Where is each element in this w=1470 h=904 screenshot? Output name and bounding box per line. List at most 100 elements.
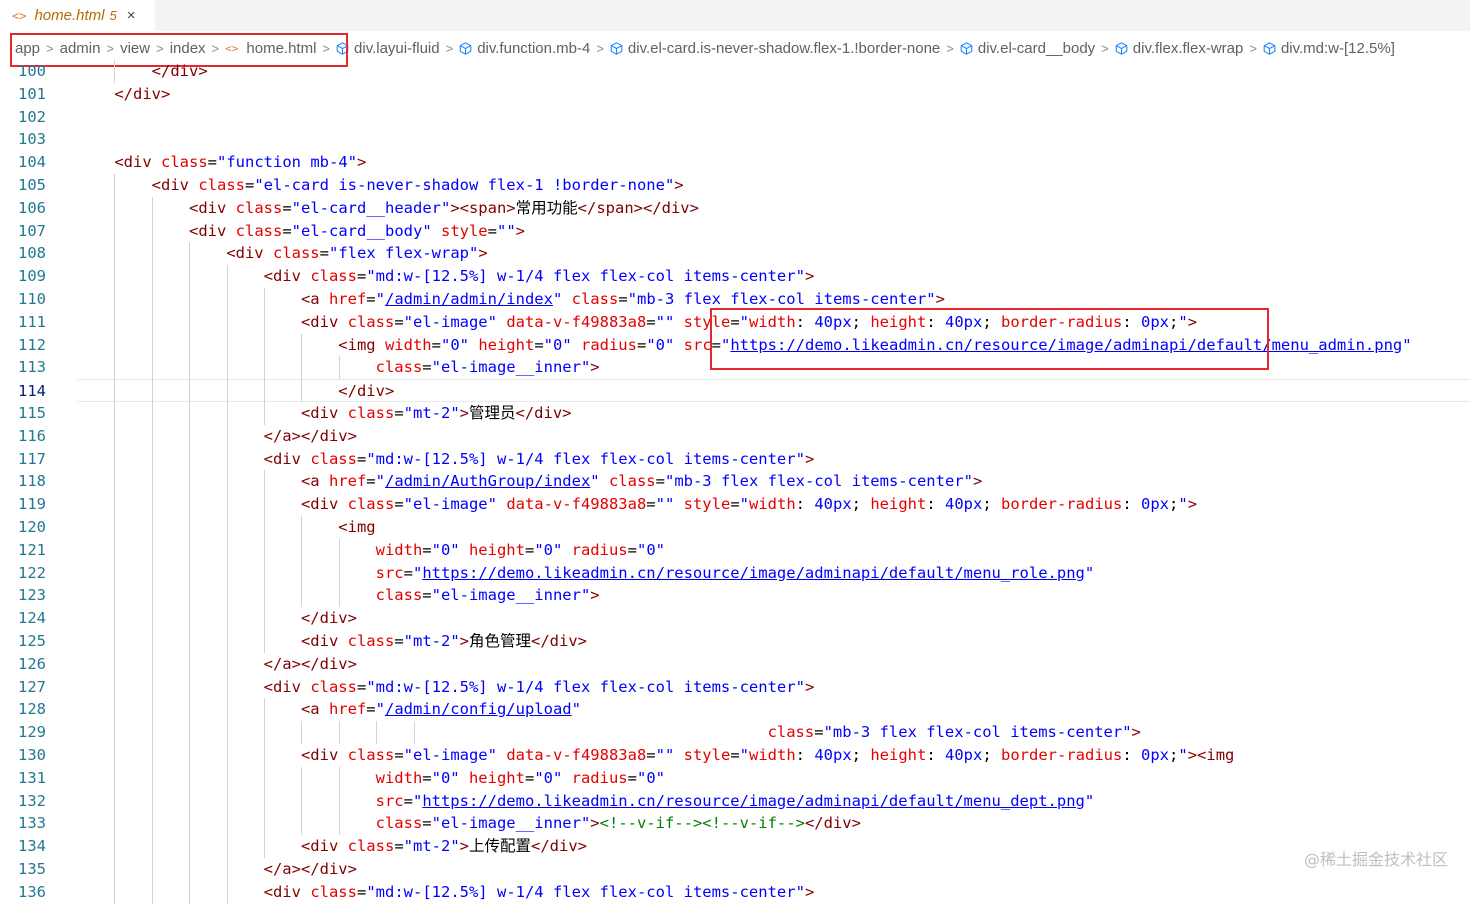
code-token: 管理员 [469, 404, 516, 422]
indent-guide [226, 356, 228, 380]
indent-guide [189, 310, 191, 334]
breadcrumb-item[interactable]: div.md:w-[12.5%] [1263, 40, 1395, 57]
code-line[interactable]: 125 <div class="mt-2">角色管理</div> [0, 630, 1470, 653]
code-line[interactable]: 110 <a href="/admin/admin/index" class="… [0, 288, 1470, 311]
code-line[interactable]: 114 </div> [18, 379, 1470, 403]
code-token[interactable]: /admin/config/upload [385, 700, 572, 718]
code-line[interactable]: 132 src="https://demo.likeadmin.cn/resou… [0, 790, 1470, 813]
code-line[interactable]: 123 class="el-image__inner"> [0, 584, 1470, 607]
code-token[interactable]: /admin/admin/index [385, 290, 553, 308]
code-token: </div> [804, 814, 861, 833]
code-line[interactable]: 118 <a href="/admin/AuthGroup/index" cla… [0, 470, 1470, 493]
tab-problem-count: 5 [109, 8, 117, 23]
indent-guide [301, 721, 303, 744]
code-line[interactable]: 131 width="0" height="0" radius="0" [0, 767, 1470, 790]
line-number: 135 [18, 860, 46, 878]
code-token: " [412, 791, 423, 810]
code-token: <div [300, 837, 348, 856]
code-line[interactable]: 119 <div class="el-image" data-v-f49883a… [0, 493, 1470, 516]
code-token: class [375, 358, 423, 377]
code-token[interactable]: /admin/AuthGroup/index [385, 472, 590, 490]
code-line[interactable]: 107 <div class="el-card__body" style=""> [0, 220, 1470, 243]
code-token: = [646, 746, 656, 764]
code-token: " [552, 290, 572, 308]
code-token: = [524, 768, 535, 787]
close-icon[interactable]: × [127, 7, 136, 24]
code-line[interactable]: 111 <div class="el-image" data-v-f49883a… [0, 311, 1470, 334]
indent-guide [151, 288, 153, 311]
code-line[interactable]: 124 </div> [0, 607, 1470, 630]
code-line[interactable]: 112 <img width="0" height="0" radius="0"… [0, 334, 1470, 357]
indent-guide [301, 561, 303, 585]
code-line[interactable]: 101 </div> [0, 83, 1470, 106]
indent-guide [151, 242, 153, 266]
code-line[interactable]: 109 <div class="md:w-[12.5%] w-1/4 flex … [0, 265, 1470, 288]
code-line[interactable]: 102 [0, 106, 1470, 129]
code-token: </div> [515, 404, 572, 422]
code-line[interactable]: 122 src="https://demo.likeadmin.cn/resou… [0, 562, 1470, 585]
code-token: style [683, 746, 731, 764]
code-line[interactable]: 113 class="el-image__inner"> [0, 356, 1470, 379]
indent-guide [189, 675, 191, 699]
code-line[interactable]: 130 <div class="el-image" data-v-f49883a… [0, 744, 1470, 767]
code-token: = [282, 221, 292, 240]
element-cube-icon [1115, 41, 1128, 55]
indent-guide [114, 584, 116, 608]
code-line[interactable]: 134 <div class="mt-2">上传配置</div> [0, 835, 1470, 858]
code-line[interactable]: 120 <img [0, 516, 1470, 539]
breadcrumb-item[interactable]: div.flex.flex-wrap [1115, 40, 1243, 57]
code-token: : [926, 312, 946, 331]
code-token: = [627, 768, 637, 787]
code-line[interactable]: 129 class="mb-3 flex flex-col items-cent… [0, 721, 1470, 744]
indent-guide [151, 356, 153, 380]
code-line[interactable]: 104 <div class="function mb-4"> [0, 151, 1470, 174]
code-text: </a></div> [77, 653, 357, 676]
indent-guide [189, 242, 191, 266]
code-line[interactable]: 126 </a></div> [0, 653, 1470, 676]
line-number: 102 [18, 107, 46, 126]
indent-guide [151, 607, 153, 630]
breadcrumb-item[interactable]: view [120, 40, 150, 57]
code-line[interactable]: 108 <div class="flex flex-wrap"> [0, 242, 1470, 265]
line-number: 112 [18, 335, 46, 354]
indent-guide [151, 675, 153, 699]
code-line[interactable]: 133 class="el-image__inner"><!--v-if--><… [0, 812, 1470, 835]
indent-guide [226, 766, 228, 790]
code-token: ; [982, 312, 1002, 331]
code-token: = [534, 335, 544, 354]
code-line[interactable]: 135 </a></div> [0, 858, 1470, 881]
code-token[interactable]: https://demo.likeadmin.cn/resource/image… [730, 336, 1402, 354]
indent-guide [226, 858, 228, 881]
code-token[interactable]: https://demo.likeadmin.cn/resource/image… [422, 564, 1085, 582]
indent-guide [151, 447, 153, 471]
breadcrumb-item[interactable]: div.el-card.is-never-shadow.flex-1.!bord… [610, 40, 940, 57]
indent-guide [189, 698, 191, 722]
code-line[interactable]: 116 </a></div> [0, 425, 1470, 448]
code-line[interactable]: 105 <div class="el-card is-never-shadow … [0, 174, 1470, 197]
breadcrumb-item[interactable]: admin [60, 40, 101, 57]
tab-home-html[interactable]: <> home.html 5 × [0, 0, 155, 31]
code-line[interactable]: 127 <div class="md:w-[12.5%] w-1/4 flex … [0, 676, 1470, 699]
code-token[interactable]: https://demo.likeadmin.cn/resource/image… [422, 792, 1085, 810]
code-token: = [207, 153, 218, 172]
code-line[interactable]: 128 <a href="/admin/config/upload" [0, 698, 1470, 721]
code-token: "flex flex-wrap" [329, 244, 479, 263]
breadcrumb-item[interactable]: div.function.mb-4 [459, 40, 590, 57]
indent-guide [151, 538, 153, 562]
code-text: <div class="el-image" data-v-f49883a8=""… [77, 493, 1197, 516]
breadcrumb-item[interactable]: div.layui-fluid [336, 40, 440, 57]
breadcrumb-item[interactable]: index [170, 40, 206, 57]
code-line[interactable]: 103 [0, 128, 1470, 151]
code-token: " [375, 290, 385, 308]
code-editor[interactable]: 100 </div> 101 </div> 102 103 104 <div class… [0, 60, 1470, 904]
code-line[interactable]: 136 <div class="md:w-[12.5%] w-1/4 flex … [0, 881, 1470, 904]
code-line[interactable]: 100 </div> [0, 60, 1470, 83]
breadcrumb-item[interactable]: app [15, 40, 40, 57]
breadcrumb-item[interactable]: div.el-card__body [960, 40, 1095, 57]
code-token: " [590, 472, 609, 491]
code-line[interactable]: 121 width="0" height="0" radius="0" [0, 539, 1470, 562]
code-line[interactable]: 117 <div class="md:w-[12.5%] w-1/4 flex … [0, 448, 1470, 471]
breadcrumb-item[interactable]: <> home.html [225, 40, 316, 57]
code-line[interactable]: 106 <div class="el-card__header"><span>常… [0, 197, 1470, 220]
code-line[interactable]: 115 <div class="mt-2">管理员</div> [0, 402, 1470, 425]
